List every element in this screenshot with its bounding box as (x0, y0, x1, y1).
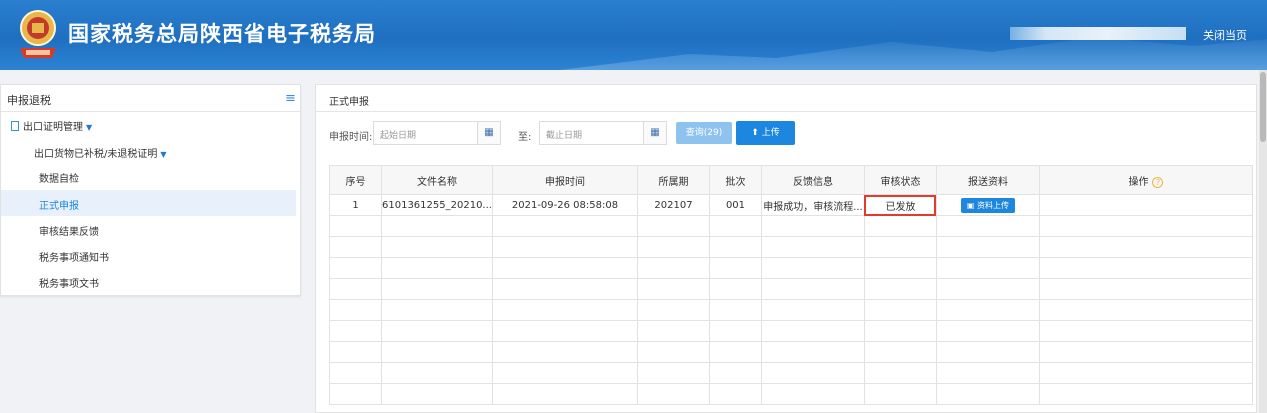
col-header-file-name: 文件名称 (381, 165, 493, 195)
cell-status: 已发放 (863, 194, 937, 216)
close-page-link[interactable]: 关闭当页 (1203, 27, 1247, 43)
end-date-input[interactable]: 截止日期 (539, 121, 644, 145)
site-title: 国家税务总局陕西省电子税务局 (68, 22, 376, 46)
sidebar-group-export-cert[interactable]: 出口证明管理 ▼ (11, 118, 92, 133)
to-label: 至: (518, 132, 532, 143)
caret-down-icon: ▼ (160, 150, 167, 159)
sidebar-item-formal-declaration[interactable]: 正式申报 (39, 197, 79, 212)
sidebar-header: 申报退税 ≡ (1, 85, 300, 112)
cell-file-name: 6101361255_20210... (381, 194, 493, 216)
table-row-empty (329, 362, 1253, 384)
sidebar-subgroup[interactable]: 出口货物已补税/未退税证明 ▼ (34, 145, 167, 160)
file-icon: ▣ (966, 200, 978, 210)
sidebar: 申报退税 ≡ 出口证明管理 ▼ 出口货物已补税/未退税证明 ▼ 数据自检 正式申报 … (0, 84, 301, 296)
cell-index: 1 (329, 194, 382, 216)
cell-feedback: 申报成功，审核流程... (760, 194, 865, 216)
start-date-input[interactable]: 起始日期 (373, 121, 478, 145)
attachment-upload-button[interactable]: ▣ 资料上传 (960, 197, 1016, 213)
attachment-upload-label: 资料上传 (977, 200, 1010, 210)
sidebar-item-review-feedback[interactable]: 审核结果反馈 (39, 223, 99, 238)
table-row-empty (329, 236, 1253, 258)
calendar-icon[interactable]: ▦ (643, 121, 667, 145)
table-row-empty (329, 257, 1253, 279)
query-button[interactable]: 查询(29) (676, 122, 732, 144)
col-header-status: 审核状态 (863, 165, 937, 195)
col-header-index: 序号 (329, 165, 382, 195)
cell-attachments: ▣ 资料上传 (935, 194, 1040, 216)
table-row-empty (329, 278, 1253, 300)
calendar-icon[interactable]: ▦ (477, 121, 501, 145)
search-bar: 申报时间: 起始日期 ▦ 至: 截止日期 ▦ 查询(29) ⬆ 上传 (316, 112, 1256, 157)
cell-batch: 001 (708, 194, 762, 216)
table-row-empty (329, 341, 1253, 363)
sidebar-group-label: 出口证明管理 (23, 122, 83, 133)
upload-button-label: 上传 (761, 128, 780, 138)
caret-down-icon: ▼ (86, 123, 93, 132)
main-panel: 正式申报 申报时间: 起始日期 ▦ 至: 截止日期 ▦ 查询(29) ⬆ 上传 … (315, 84, 1257, 413)
upload-icon: ⬆ (751, 128, 762, 138)
user-info-redacted (1010, 27, 1186, 40)
page-title: 正式申报 (329, 97, 369, 108)
page-scrollbar[interactable] (1259, 70, 1267, 413)
table-row-empty (329, 383, 1253, 405)
sidebar-item-self-check[interactable]: 数据自检 (39, 170, 79, 185)
col-header-batch: 批次 (708, 165, 762, 195)
sidebar-subgroup-label: 出口货物已补税/未退税证明 (34, 149, 158, 160)
table-row[interactable]: 1 6101361255_20210... 2021-09-26 08:58:0… (329, 194, 1253, 216)
cell-actions (1038, 194, 1253, 216)
document-icon (11, 121, 19, 131)
sidebar-item-tax-notice[interactable]: 税务事项通知书 (39, 249, 109, 264)
col-header-actions-label: 操作 (1128, 176, 1149, 188)
help-icon[interactable]: ? (1152, 176, 1164, 188)
tax-emblem-icon (20, 10, 56, 58)
sidebar-item-tax-document[interactable]: 税务事项文书 (39, 275, 99, 290)
report-time-label: 申报时间: (329, 132, 373, 143)
sidebar-title: 申报退税 (7, 94, 51, 107)
cell-report-time: 2021-09-26 08:58:08 (491, 194, 638, 216)
app-header: 国家税务总局陕西省电子税务局 关闭当页 (0, 0, 1267, 70)
upload-button[interactable]: ⬆ 上传 (736, 121, 795, 145)
col-header-report-time: 申报时间 (491, 165, 638, 195)
table-row-empty (329, 299, 1253, 321)
menu-icon[interactable]: ≡ (285, 91, 296, 106)
table-row-empty (329, 320, 1253, 342)
cell-period: 202107 (636, 194, 710, 216)
col-header-period: 所属期 (636, 165, 710, 195)
col-header-actions: 操作? (1038, 165, 1253, 195)
col-header-attachments: 报送资料 (935, 165, 1040, 195)
table-header-row: 序号 文件名称 申报时间 所属期 批次 反馈信息 审核状态 报送资料 操作? (329, 165, 1253, 195)
declaration-table: 序号 文件名称 申报时间 所属期 批次 反馈信息 审核状态 报送资料 操作? 1… (329, 165, 1253, 405)
table-row-empty (329, 215, 1253, 237)
col-header-feedback: 反馈信息 (760, 165, 865, 195)
scrollbar-thumb[interactable] (1260, 72, 1266, 142)
